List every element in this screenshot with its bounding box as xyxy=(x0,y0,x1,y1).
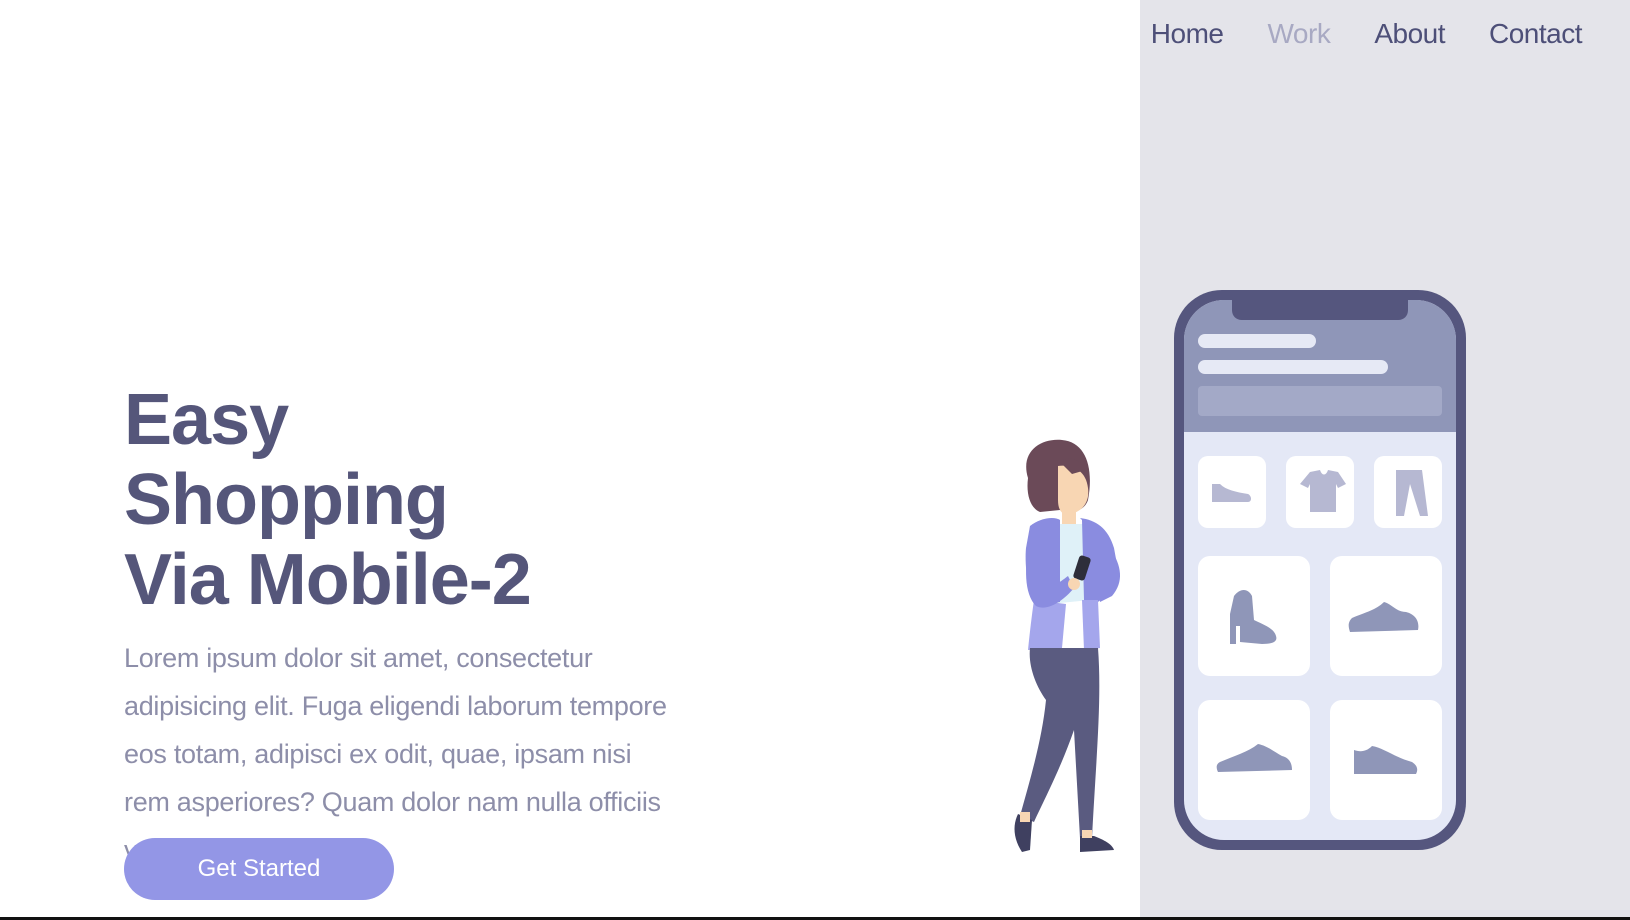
woman-figure xyxy=(1014,439,1121,852)
nav-work-link[interactable]: Work xyxy=(1268,18,1331,50)
hero-title: Easy Shopping Via Mobile-2 xyxy=(124,380,684,620)
nav-home-link[interactable]: Home xyxy=(1151,18,1224,50)
right-panel xyxy=(1140,0,1630,920)
hero-title-line: Via Mobile-2 xyxy=(124,540,532,620)
nav-contact-link[interactable]: Contact xyxy=(1489,18,1583,50)
nav-about-link[interactable]: About xyxy=(1374,18,1445,50)
hero-title-line: Easy xyxy=(124,380,289,460)
get-started-button[interactable]: Get Started xyxy=(124,838,394,900)
main-nav: Home Work About Contact xyxy=(1151,18,1583,50)
hero-title-line: Shopping xyxy=(124,460,449,540)
hero-section: Easy Shopping Via Mobile-2 Lorem ipsum d… xyxy=(124,380,684,874)
